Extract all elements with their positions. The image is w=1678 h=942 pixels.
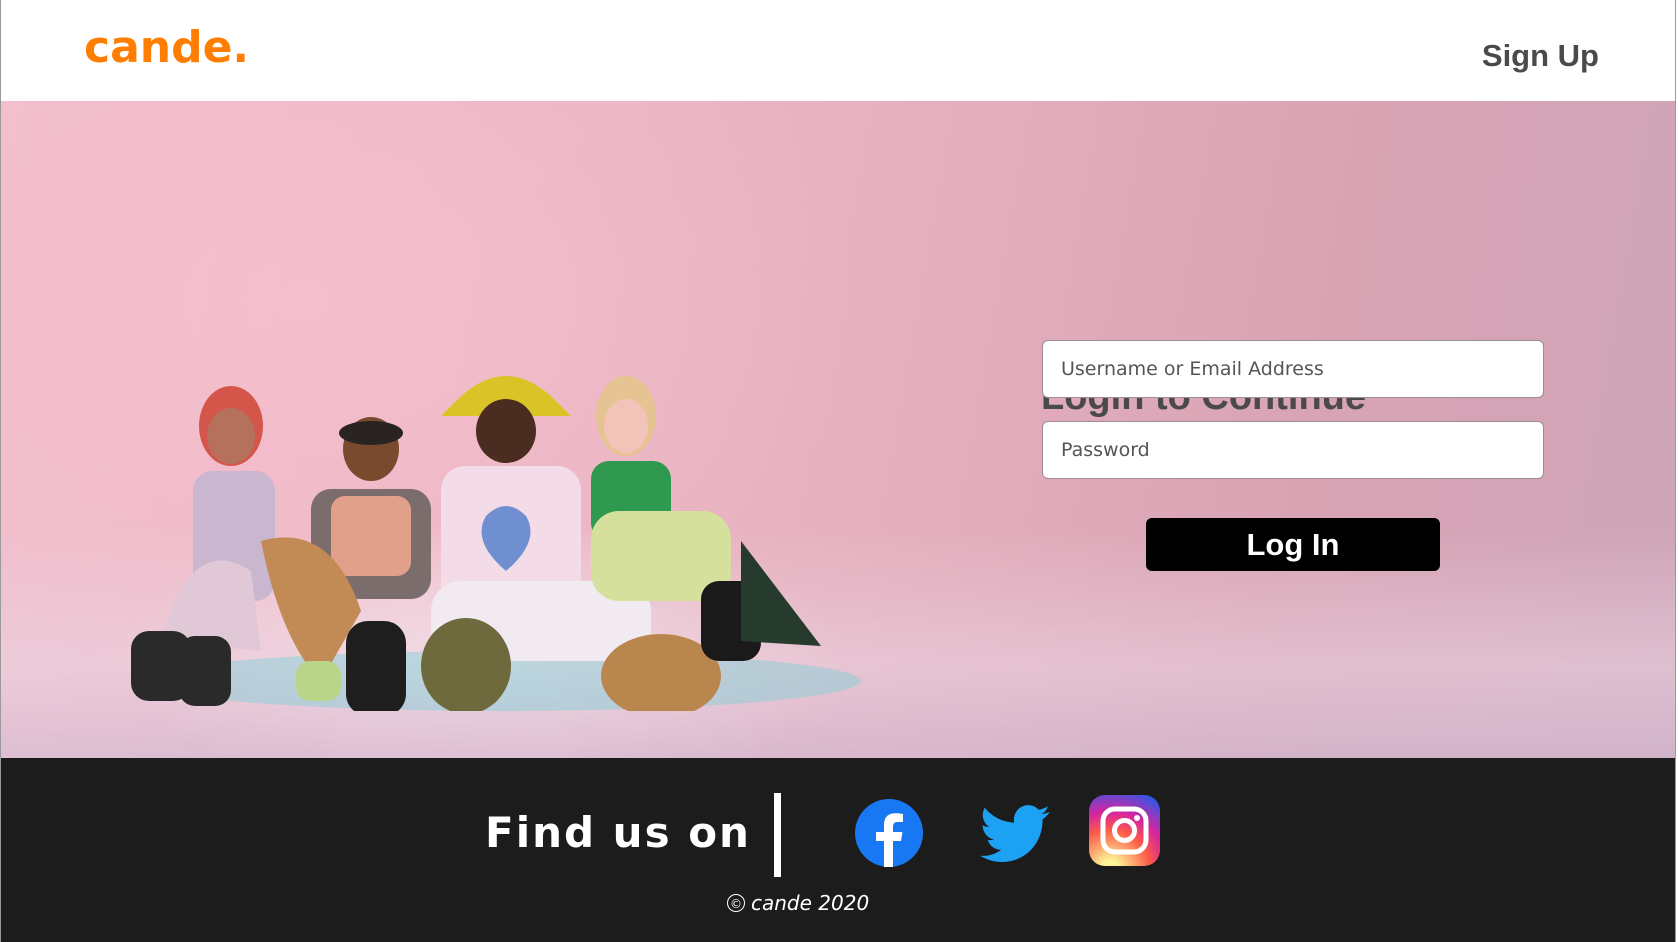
top-nav: cande. Sign Up — [1, 0, 1675, 101]
footer-divider — [774, 793, 781, 877]
twitter-icon[interactable] — [981, 804, 1051, 864]
page: cande. Sign Up Username or Email Address… — [0, 0, 1676, 942]
copyright-text: cande 2020 — [751, 891, 870, 915]
brand-logo[interactable]: cande. — [84, 22, 249, 73]
facebook-icon[interactable] — [855, 799, 923, 867]
person-1 — [131, 386, 275, 706]
copyright: © cande 2020 — [727, 891, 869, 915]
login-button[interactable]: Log In — [1146, 518, 1440, 571]
find-us-label: Find us on — [485, 808, 751, 857]
password-input[interactable] — [1042, 421, 1544, 479]
signup-link[interactable]: Sign Up — [1482, 38, 1599, 74]
instagram-icon[interactable] — [1089, 795, 1160, 866]
footer: Find us on © cande 2020 — [1, 758, 1675, 942]
group-photo-image — [131, 376, 861, 711]
copyright-icon: © — [727, 894, 745, 912]
username-email-input[interactable] — [1042, 340, 1544, 398]
